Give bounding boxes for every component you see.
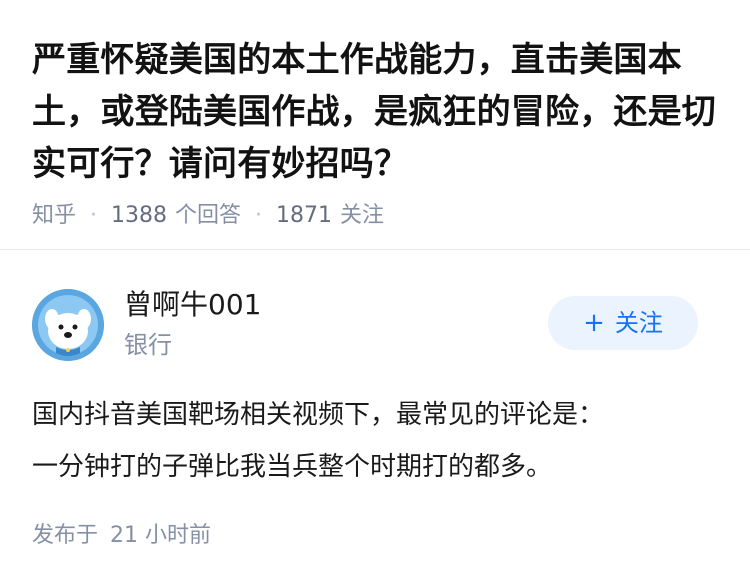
author-name[interactable]: 曾啊牛001 <box>124 287 261 323</box>
follow-button[interactable]: + 关注 <box>548 296 698 350</box>
follower-count: 1871 <box>276 203 333 228</box>
author-headline: 银行 <box>124 331 172 359</box>
publish-time-value: 21 小时前 <box>110 523 212 548</box>
answer-paragraph: 一分钟打的子弹比我当兵整个时期打的都多。 <box>32 452 553 482</box>
source-label: 知乎 <box>32 203 77 228</box>
meta-separator-dot: · <box>255 203 263 228</box>
follow-button-label: 关注 <box>614 309 663 337</box>
publish-time-prefix: 发布于 <box>32 523 99 548</box>
plus-icon: + <box>583 308 605 338</box>
question-header: 严重怀疑美国的本土作战能力，直击美国本土，或登陆美国作战，是疯狂的冒险，还是切实… <box>0 0 750 250</box>
answer-card: 曾啊牛001 银行 + 关注 国内抖音美国靶场相关视频下，最常见的评论是： 一分钟… <box>0 251 750 588</box>
avatar[interactable] <box>32 289 104 361</box>
answer-count-label: 个回答 <box>175 203 242 228</box>
meta-separator-dot: · <box>90 203 98 228</box>
author-info: 曾啊牛001 银行 + 关注 <box>32 287 718 367</box>
answer-count: 1388 <box>111 203 168 228</box>
publish-time: 发布于 21 小时前 <box>32 521 211 551</box>
follower-count-label: 关注 <box>340 203 385 228</box>
question-meta: 知乎 · 1388 个回答 · 1871 关注 <box>32 201 718 231</box>
answer-content[interactable]: 国内抖音美国靶场相关视频下，最常见的评论是： 一分钟打的子弹比我当兵整个时期打的… <box>32 389 718 493</box>
question-title[interactable]: 严重怀疑美国的本土作战能力，直击美国本土，或登陆美国作战，是疯狂的冒险，还是切实… <box>32 34 718 190</box>
cartoon-dog-avatar-icon <box>32 289 104 361</box>
answer-paragraph: 国内抖音美国靶场相关视频下，最常见的评论是： <box>32 400 605 430</box>
